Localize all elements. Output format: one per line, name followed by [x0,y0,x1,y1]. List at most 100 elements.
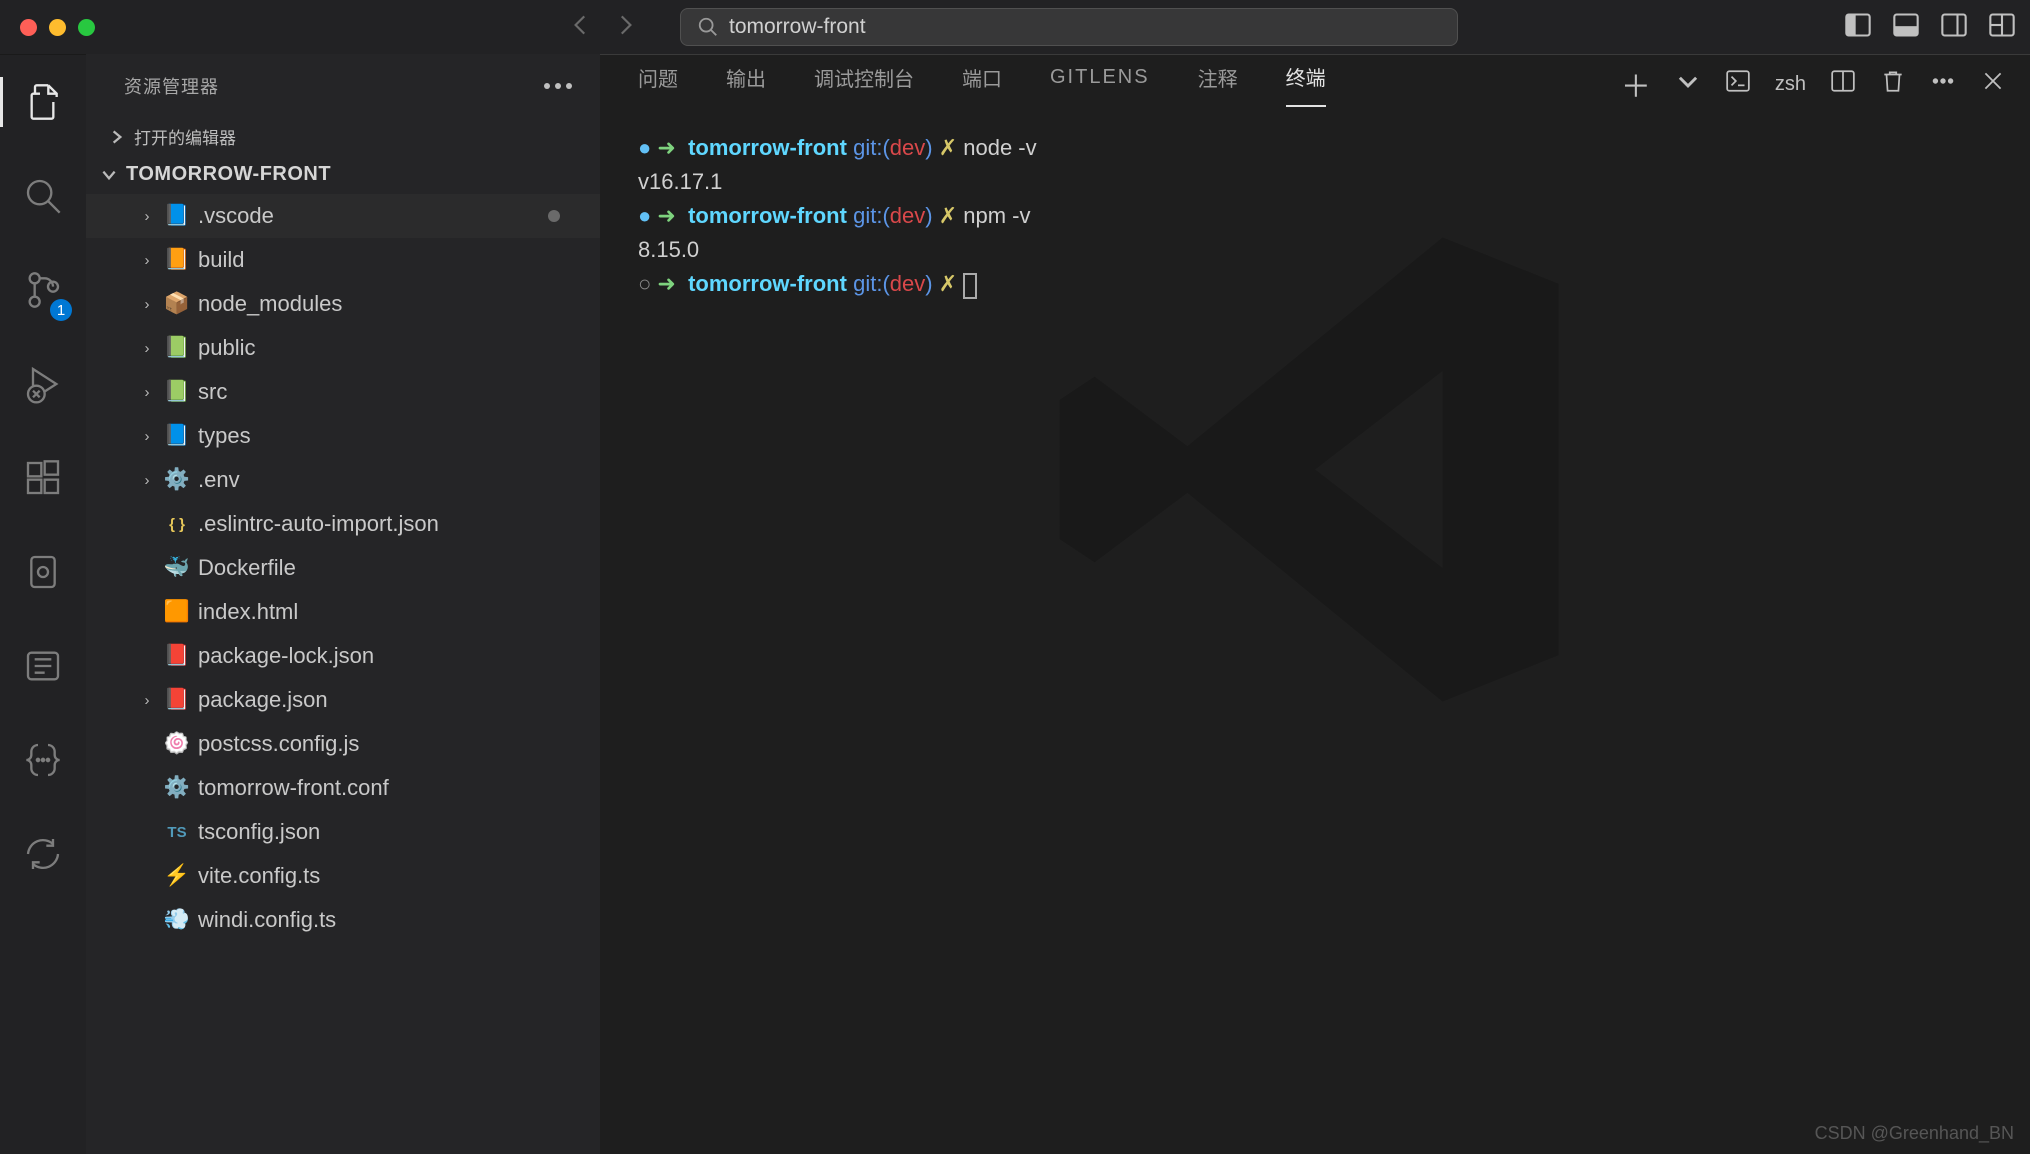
toggle-sidebar-icon[interactable] [1844,11,1872,44]
tree-row[interactable]: { } .eslintrc-auto-import.json [86,502,600,546]
watermark-text: CSDN @Greenhand_BN [1815,1123,2014,1144]
snippets-activity[interactable] [0,735,86,785]
search-activity[interactable] [0,171,86,221]
sidebar-more-icon[interactable] [544,83,572,89]
tree-row[interactable]: 🐳 Dockerfile [86,546,600,590]
panel-more-icon[interactable] [1930,68,1956,100]
search-text: tomorrow-front [729,15,866,39]
file-name: build [198,247,244,273]
panel-tab[interactable]: 注释 [1198,63,1238,106]
tree-row[interactable]: ›📘types [86,414,600,458]
file-name: package-lock.json [198,643,374,669]
file-name: .eslintrc-auto-import.json [198,511,439,537]
file-name: .vscode [198,203,274,229]
panel-tab[interactable]: 终端 [1286,62,1326,107]
vscode-watermark-icon [1025,180,1605,765]
explorer-activity[interactable] [0,77,86,127]
folder-root-section[interactable]: TOMORROW-FRONT [86,157,600,194]
git-activity[interactable] [0,547,86,597]
file-icon: 📕 [164,643,190,669]
window-controls[interactable] [20,19,95,36]
toggle-secondary-icon[interactable] [1940,11,1968,44]
file-name: public [198,335,255,361]
file-name: Dockerfile [198,555,296,581]
file-icon: 📗 [164,379,190,405]
file-name: src [198,379,227,405]
editor-area: 问题输出调试控制台端口GITLENS注释终端 ＋ zsh ● ➜ tomorro… [600,54,2030,1154]
panel-tab[interactable]: GITLENS [1050,66,1150,103]
customize-layout-icon[interactable] [1988,11,2016,44]
tree-row[interactable]: ›📗public [86,326,600,370]
file-icon: ⚡ [164,863,190,889]
tree-row[interactable]: ›📕package.json [86,678,600,722]
tree-row[interactable]: ⚙️ tomorrow-front.conf [86,766,600,810]
maximize-window-icon[interactable] [78,19,95,36]
close-window-icon[interactable] [20,19,37,36]
explorer-sidebar: 资源管理器 打开的编辑器 TOMORROW-FRONT ›📘.vscode›📙b… [86,54,600,1154]
file-tree: ›📘.vscode›📙build›📦node_modules›📗public›📗… [86,194,600,1154]
source-control-activity[interactable]: 1 [0,265,86,315]
sync-activity[interactable] [0,829,86,879]
file-icon: ⚙️ [164,775,190,801]
kill-terminal-icon[interactable] [1880,68,1906,100]
file-icon: 🐳 [164,555,190,581]
panel-tab[interactable]: 端口 [962,63,1002,106]
file-name: types [198,423,251,449]
tree-row[interactable]: TS tsconfig.json [86,810,600,854]
debug-activity[interactable] [0,359,86,409]
tree-row[interactable]: 📕 package-lock.json [86,634,600,678]
close-panel-icon[interactable] [1980,68,2006,100]
tree-row[interactable]: 💨 windi.config.ts [86,898,600,942]
terminal-dropdown-icon[interactable] [1675,68,1701,100]
new-terminal-icon[interactable]: ＋ [1621,62,1651,106]
tree-row[interactable]: ⚡ vite.config.ts [86,854,600,898]
command-center[interactable]: tomorrow-front [680,8,1458,46]
file-icon: 💨 [164,907,190,933]
file-name: tomorrow-front.conf [198,775,389,801]
file-icon: 🟧 [164,599,190,625]
tree-row[interactable]: ›📘.vscode [86,194,600,238]
file-name: index.html [198,599,298,625]
file-name: postcss.config.js [198,731,359,757]
file-name: tsconfig.json [198,819,320,845]
minimize-window-icon[interactable] [49,19,66,36]
file-icon: 📕 [164,687,190,713]
scm-badge: 1 [50,299,72,321]
panel-tab[interactable]: 输出 [726,63,766,106]
file-name: windi.config.ts [198,907,336,933]
file-name: vite.config.ts [198,863,320,889]
extensions-activity[interactable] [0,453,86,503]
file-name: node_modules [198,291,342,317]
toggle-panel-icon[interactable] [1892,11,1920,44]
shell-name[interactable]: zsh [1775,73,1806,96]
file-icon: 📘 [164,203,190,229]
file-icon: 📗 [164,335,190,361]
bookmarks-activity[interactable] [0,641,86,691]
explorer-label: 资源管理器 [124,73,219,99]
tree-row[interactable]: ›⚙️.env [86,458,600,502]
tree-row[interactable]: ›📙build [86,238,600,282]
tree-row[interactable]: ›📗src [86,370,600,414]
search-icon [697,16,719,38]
file-name: package.json [198,687,328,713]
tree-row[interactable]: ›📦node_modules [86,282,600,326]
file-name: .env [198,467,240,493]
modified-dot [548,210,560,222]
split-terminal-icon[interactable] [1830,68,1856,100]
tree-row[interactable]: 🍥 postcss.config.js [86,722,600,766]
tree-row[interactable]: 🟧 index.html [86,590,600,634]
file-icon: 📙 [164,247,190,273]
file-icon: { } [164,511,190,537]
terminal-icon[interactable] [1725,68,1751,100]
panel-tab[interactable]: 问题 [638,63,678,106]
file-icon: TS [164,819,190,845]
nav-forward-icon[interactable] [612,12,638,43]
panel-tab[interactable]: 调试控制台 [814,63,914,106]
open-editors-section[interactable]: 打开的编辑器 [86,118,600,157]
panel-tabs: 问题 输出 调试控制台 端口 GITLENS 注释 终端 ＋ zsh [600,55,2030,113]
activity-bar: 1 [0,54,86,1154]
file-icon: 📦 [164,291,190,317]
nav-back-icon[interactable] [568,12,594,43]
file-icon: 📘 [164,423,190,449]
file-icon: 🍥 [164,731,190,757]
